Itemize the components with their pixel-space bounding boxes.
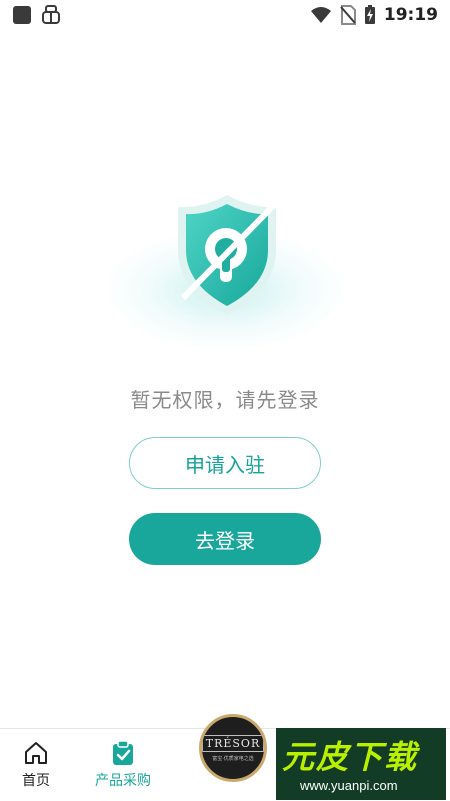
shield-keyhole-slashed-icon bbox=[178, 195, 278, 315]
tab-product-purchase[interactable]: 产品采购 bbox=[88, 729, 158, 801]
login-button[interactable]: 去登录 bbox=[129, 513, 321, 565]
square-notification-icon bbox=[13, 6, 31, 24]
brand-title: TRÉSOR bbox=[202, 734, 264, 752]
clipboard-check-icon bbox=[113, 740, 133, 765]
login-label: 去登录 bbox=[195, 528, 255, 553]
status-right-icons: 19:19 bbox=[310, 5, 438, 25]
bug-icon bbox=[42, 5, 60, 24]
apply-join-button[interactable]: 申请入驻 bbox=[129, 437, 321, 489]
wifi-icon bbox=[310, 7, 331, 23]
no-permission-message: 暂无权限，请先登录 bbox=[130, 388, 320, 412]
home-icon bbox=[25, 742, 47, 764]
battery-charging-icon bbox=[364, 5, 375, 24]
brand-subtitle: 富宝·优质家电之选 bbox=[212, 755, 254, 762]
status-time: 19:19 bbox=[383, 5, 438, 25]
tab-home-label: 首页 bbox=[22, 773, 50, 789]
tab-home[interactable]: 首页 bbox=[8, 729, 64, 801]
watermark-banner: 元皮下载 www.yuanpi.com bbox=[276, 728, 446, 800]
empty-state-illustration bbox=[0, 170, 450, 370]
no-sim-icon bbox=[340, 5, 356, 25]
status-left-icons bbox=[12, 4, 62, 26]
apply-join-label: 申请入驻 bbox=[185, 452, 265, 477]
watermark-url: www.yuanpi.com bbox=[300, 778, 398, 793]
brand-logo-badge: TRÉSOR 富宝·优质家电之选 bbox=[199, 714, 267, 782]
tab-product-purchase-label: 产品采购 bbox=[95, 773, 151, 789]
status-bar: 19:19 bbox=[0, 0, 450, 30]
watermark-title: 元皮下载 bbox=[282, 738, 419, 776]
